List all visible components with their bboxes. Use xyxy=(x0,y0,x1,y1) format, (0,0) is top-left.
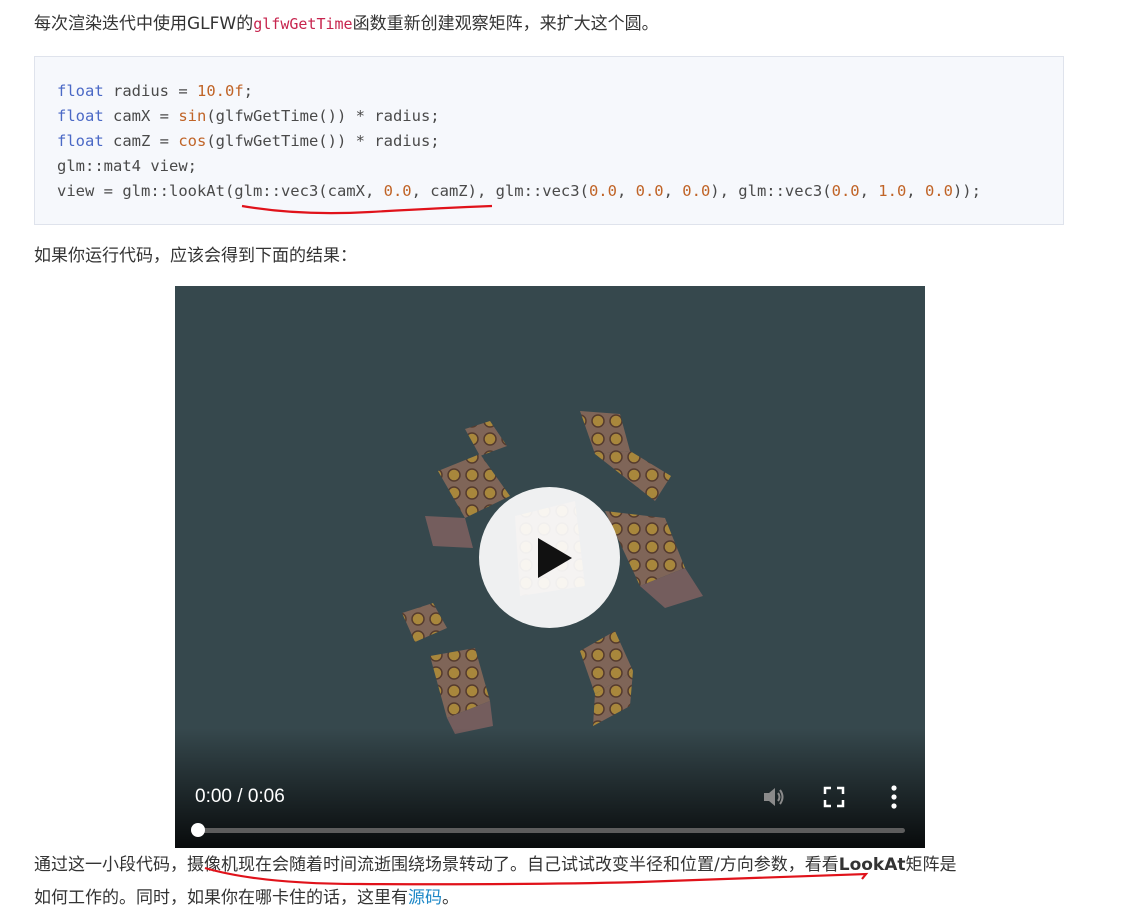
video-player[interactable]: 0:00 / 0:06 xyxy=(175,286,925,848)
volume-button[interactable] xyxy=(761,784,787,810)
code-line: float radius = 10.0f; xyxy=(57,79,981,104)
code-token: 0.0 xyxy=(924,182,953,200)
code-token: , xyxy=(906,182,925,200)
progress-knob[interactable] xyxy=(191,823,205,837)
outro-text: 矩阵是 xyxy=(905,855,957,875)
code-token: 0.0 xyxy=(588,182,617,200)
result-paragraph: 如果你运行代码，应该会得到下面的结果： xyxy=(34,246,357,266)
code-content: float radius = 10.0f; float camX = sin(gl… xyxy=(57,79,981,204)
code-line: float camZ = cos(glfwGetTime()) * radius… xyxy=(57,129,981,154)
code-token: camX = xyxy=(103,107,179,125)
volume-icon xyxy=(764,788,784,806)
play-icon xyxy=(538,538,572,578)
code-token: , xyxy=(663,182,683,200)
code-token: (glfwGetTime()) * radius; xyxy=(206,132,440,150)
code-token: 0.0 xyxy=(635,182,664,200)
code-token: 1.0 xyxy=(878,182,907,200)
code-token: sin xyxy=(178,107,207,125)
container-cube xyxy=(580,631,633,726)
more-vert-icon xyxy=(891,785,897,809)
code-token: float xyxy=(57,132,104,150)
outro-line-2: 如何工作的。同时，如果你在哪卡住的话，这里有源码。 xyxy=(34,882,957,915)
outro-highlight-text: 摄像机现在会随着时间流逝围绕场景转动了。自己试试改变半径和位置/方向参数 xyxy=(187,855,788,875)
progress-bar[interactable] xyxy=(191,823,905,837)
code-token: 10.0f xyxy=(197,82,244,100)
code-token: cos xyxy=(178,132,207,150)
outro-text: ，看看 xyxy=(787,855,839,875)
code-token: glm::mat4 view; xyxy=(57,157,197,175)
code-line: glm::mat4 view; xyxy=(57,154,981,179)
fullscreen-icon xyxy=(823,786,845,808)
code-token: view = glm::lookAt(glm::vec3(camX, xyxy=(57,182,384,200)
container-cube xyxy=(402,603,447,642)
code-token: 0.0 xyxy=(383,182,412,200)
code-token: camZ = xyxy=(103,132,179,150)
intro-text-before: 每次渲染迭代中使用GLFW的 xyxy=(34,14,254,34)
code-token: 0.0 xyxy=(682,182,711,200)
outro-text: 如何工作的。同时，如果你在哪卡住的话，这里有 xyxy=(34,888,408,908)
code-line: float camX = sin(glfwGetTime()) * radius… xyxy=(57,104,981,129)
play-button[interactable] xyxy=(479,487,620,628)
outro-paragraph: 通过这一小段代码，摄像机现在会随着时间流逝围绕场景转动了。自己试试改变半径和位置… xyxy=(34,849,957,915)
intro-paragraph: 每次渲染迭代中使用GLFW的glfwGetTime函数重新创建观察矩阵，来扩大这… xyxy=(34,8,659,41)
code-token: , xyxy=(859,182,879,200)
fullscreen-button[interactable] xyxy=(823,786,845,808)
container-cube xyxy=(430,648,493,734)
inline-code-glfwgettime: glfwGetTime xyxy=(253,15,353,33)
lookat-bold: LookAt xyxy=(838,855,906,875)
code-token: 0.0 xyxy=(831,182,860,200)
code-token: )); xyxy=(952,182,981,200)
outro-line-1: 通过这一小段代码，摄像机现在会随着时间流逝围绕场景转动了。自己试试改变半径和位置… xyxy=(34,849,957,882)
code-token: , camZ), glm::vec3( xyxy=(411,182,589,200)
intro-text-after: 函数重新创建观察矩阵，来扩大这个圆。 xyxy=(352,14,659,34)
code-token: ; xyxy=(243,82,254,100)
code-token: ), glm::vec3( xyxy=(710,182,832,200)
code-token: (glfwGetTime()) * radius; xyxy=(206,107,440,125)
code-token: float xyxy=(57,107,104,125)
more-options-button[interactable] xyxy=(887,785,901,809)
outro-text: 通过这一小段代码， xyxy=(34,855,187,875)
source-code-link[interactable]: 源码 xyxy=(408,888,442,908)
code-token: , xyxy=(616,182,636,200)
code-token: float xyxy=(57,82,104,100)
code-token: radius = xyxy=(103,82,197,100)
time-display: 0:00 / 0:06 xyxy=(195,786,285,807)
code-block: float radius = 10.0f; float camX = sin(gl… xyxy=(34,56,1064,225)
code-line: view = glm::lookAt(glm::vec3(camX, 0.0, … xyxy=(57,179,981,204)
outro-text: 。 xyxy=(442,888,459,908)
